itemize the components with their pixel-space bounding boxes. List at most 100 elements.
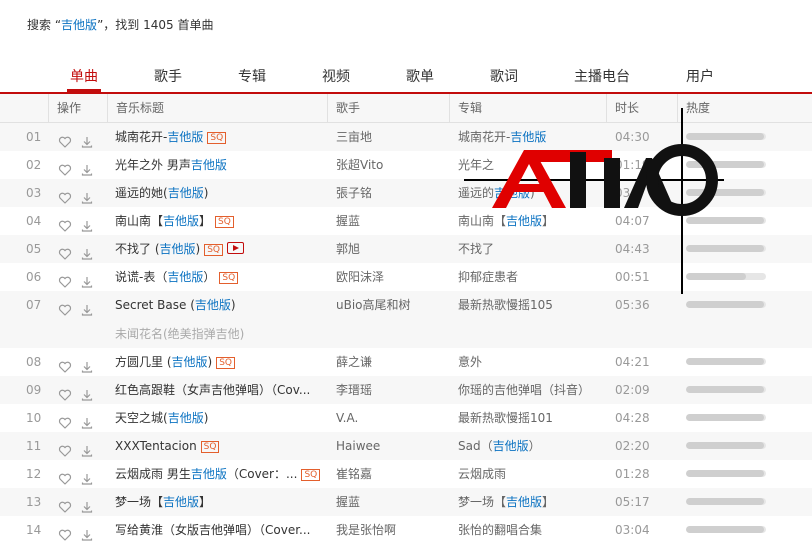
album-name[interactable]: Sad（吉他版） xyxy=(458,432,604,460)
artist-name[interactable]: 握蓝 xyxy=(336,488,444,516)
artist-name[interactable]: 握蓝 xyxy=(336,207,444,235)
row-actions xyxy=(58,123,102,151)
column-album[interactable]: 专辑 xyxy=(449,94,606,122)
album-name[interactable]: 云烟成雨 xyxy=(458,460,604,488)
song-title[interactable]: 光年之外 男声吉他版 xyxy=(115,151,327,179)
artist-name[interactable]: 薛之谦 xyxy=(336,348,444,376)
heart-icon[interactable] xyxy=(58,271,72,288)
tab-users[interactable]: 用户 xyxy=(686,66,714,86)
column-title[interactable]: 音乐标题 xyxy=(107,94,327,122)
song-row[interactable]: 13 梦一场【吉他版】 握蓝 梦一场【吉他版】 05:17 xyxy=(0,488,812,516)
album-name[interactable]: 光年之 xyxy=(458,151,604,179)
download-icon[interactable] xyxy=(80,524,94,541)
artist-name[interactable]: 三亩地 xyxy=(336,123,444,151)
artist-name[interactable]: 張子铭 xyxy=(336,179,444,207)
download-icon[interactable] xyxy=(80,159,94,176)
artist-name[interactable]: uBio高尾和树 xyxy=(336,291,444,319)
download-icon[interactable] xyxy=(80,356,94,373)
song-row[interactable]: 05 不找了 (吉他版) SQ 郭旭 不找了 04:43 xyxy=(0,235,812,263)
artist-name[interactable]: 我是张怡啊 xyxy=(336,516,444,544)
mv-play-icon[interactable] xyxy=(227,242,244,254)
album-name[interactable]: 不找了 xyxy=(458,235,604,263)
tab-artists[interactable]: 歌手 xyxy=(154,66,182,86)
album-name[interactable]: 梦一场【吉他版】 xyxy=(458,488,604,516)
song-row[interactable]: 08 方圆几里 (吉他版) SQ 薛之谦 意外 04:21 xyxy=(0,348,812,376)
song-title[interactable]: 红色高跟鞋（女声吉他弹唱）（Cov... xyxy=(115,376,327,404)
song-title[interactable]: 写给黄淮（女版吉他弹唱）（Cover... xyxy=(115,516,327,544)
artist-name[interactable]: 张超Vito xyxy=(336,151,444,179)
album-name[interactable]: 你瑶的吉他弹唱（抖音） xyxy=(458,376,604,404)
song-row[interactable]: 09 红色高跟鞋（女声吉他弹唱）（Cov... 李瑨瑶 你瑶的吉他弹唱（抖音） 02:0… xyxy=(0,376,812,404)
heart-icon[interactable] xyxy=(58,468,72,485)
heart-icon[interactable] xyxy=(58,384,72,401)
download-icon[interactable] xyxy=(80,468,94,485)
tab-playlists[interactable]: 歌单 xyxy=(406,66,434,86)
album-name[interactable]: 遥远的吉他版) xyxy=(458,179,604,207)
song-row[interactable]: 06 说谎-表（吉他版） SQ 欧阳沫泽 抑郁症患者 00:51 xyxy=(0,263,812,291)
heart-icon[interactable] xyxy=(58,440,72,457)
song-title[interactable]: 城南花开-吉他版 SQ xyxy=(115,123,327,151)
artist-name[interactable]: V.A. xyxy=(336,404,444,432)
song-title[interactable]: XXXTentacion SQ xyxy=(115,432,327,460)
album-name[interactable]: 最新热歌慢摇101 xyxy=(458,404,604,432)
heart-icon[interactable] xyxy=(58,356,72,373)
album-name[interactable]: 最新热歌慢摇105 xyxy=(458,291,604,319)
tab-albums[interactable]: 专辑 xyxy=(238,66,266,86)
download-icon[interactable] xyxy=(80,440,94,457)
tab-songs[interactable]: 单曲 xyxy=(67,66,101,92)
tab-videos[interactable]: 视频 xyxy=(322,66,350,86)
download-icon[interactable] xyxy=(80,384,94,401)
download-icon[interactable] xyxy=(80,412,94,429)
song-title[interactable]: 方圆几里 (吉他版) SQ xyxy=(115,348,327,376)
heart-icon[interactable] xyxy=(58,187,72,204)
heart-icon[interactable] xyxy=(58,215,72,232)
song-title[interactable]: 天空之城(吉他版) xyxy=(115,404,327,432)
download-icon[interactable] xyxy=(80,496,94,513)
song-title[interactable]: 遥远的她(吉他版) xyxy=(115,179,327,207)
heart-icon[interactable] xyxy=(58,412,72,429)
song-title[interactable]: Secret Base (吉他版) xyxy=(115,291,327,319)
song-row[interactable]: 07 Secret Base (吉他版) uBio高尾和树 最新热歌慢摇105 05:3… xyxy=(0,291,812,348)
artist-name[interactable]: 郭旭 xyxy=(336,235,444,263)
heart-icon[interactable] xyxy=(58,159,72,176)
heart-icon[interactable] xyxy=(58,496,72,513)
song-title[interactable]: 南山南【吉他版】 SQ xyxy=(115,207,327,235)
album-name[interactable]: 城南花开-吉他版 xyxy=(458,123,604,151)
song-row[interactable]: 14 写给黄淮（女版吉他弹唱）（Cover... 我是张怡啊 张怡的翻唱合集 03:04 xyxy=(0,516,812,544)
column-popularity[interactable]: 热度 xyxy=(677,94,812,122)
column-duration[interactable]: 时长 xyxy=(606,94,677,122)
download-icon[interactable] xyxy=(80,215,94,232)
song-row[interactable]: 11 XXXTentacion SQ Haiwee Sad（吉他版） 02:20 xyxy=(0,432,812,460)
song-title[interactable]: 不找了 (吉他版) SQ xyxy=(115,235,327,263)
album-name[interactable]: 南山南【吉他版】 xyxy=(458,207,604,235)
song-row[interactable]: 03 遥远的她(吉他版) 張子铭 遥远的吉他版) 03:2 xyxy=(0,179,812,207)
song-row[interactable]: 12 云烟成雨 男生吉他版（Cover：... SQ 崔铭嘉 云烟成雨 01:28 xyxy=(0,460,812,488)
artist-name[interactable]: 李瑨瑶 xyxy=(336,376,444,404)
album-name[interactable]: 张怡的翻唱合集 xyxy=(458,516,604,544)
download-icon[interactable] xyxy=(80,299,94,316)
song-row[interactable]: 10 天空之城(吉他版) V.A. 最新热歌慢摇101 04:28 xyxy=(0,404,812,432)
column-artist[interactable]: 歌手 xyxy=(327,94,449,122)
heart-icon[interactable] xyxy=(58,524,72,541)
artist-name[interactable]: Haiwee xyxy=(336,432,444,460)
album-name[interactable]: 意外 xyxy=(458,348,604,376)
song-row[interactable]: 01 城南花开-吉他版 SQ 三亩地 城南花开-吉他版 04:30 xyxy=(0,123,812,151)
song-title[interactable]: 梦一场【吉他版】 xyxy=(115,488,327,516)
heart-icon[interactable] xyxy=(58,131,72,148)
song-row[interactable]: 04 南山南【吉他版】 SQ 握蓝 南山南【吉他版】 04:07 xyxy=(0,207,812,235)
download-icon[interactable] xyxy=(80,271,94,288)
download-icon[interactable] xyxy=(80,243,94,260)
artist-name[interactable]: 崔铭嘉 xyxy=(336,460,444,488)
download-icon[interactable] xyxy=(80,187,94,204)
song-row[interactable]: 02 光年之外 男声吉他版 张超Vito 光年之 01:19 xyxy=(0,151,812,179)
song-title[interactable]: 云烟成雨 男生吉他版（Cover：... SQ xyxy=(115,460,327,488)
song-title[interactable]: 说谎-表（吉他版） SQ xyxy=(115,263,327,291)
artist-name[interactable]: 欧阳沫泽 xyxy=(336,263,444,291)
download-icon[interactable] xyxy=(80,131,94,148)
album-name[interactable]: 抑郁症患者 xyxy=(458,263,604,291)
heart-icon[interactable] xyxy=(58,299,72,316)
tab-lyrics[interactable]: 歌词 xyxy=(490,66,518,86)
tab-radio[interactable]: 主播电台 xyxy=(574,66,630,86)
sq-badge: SQ xyxy=(204,244,223,256)
heart-icon[interactable] xyxy=(58,243,72,260)
